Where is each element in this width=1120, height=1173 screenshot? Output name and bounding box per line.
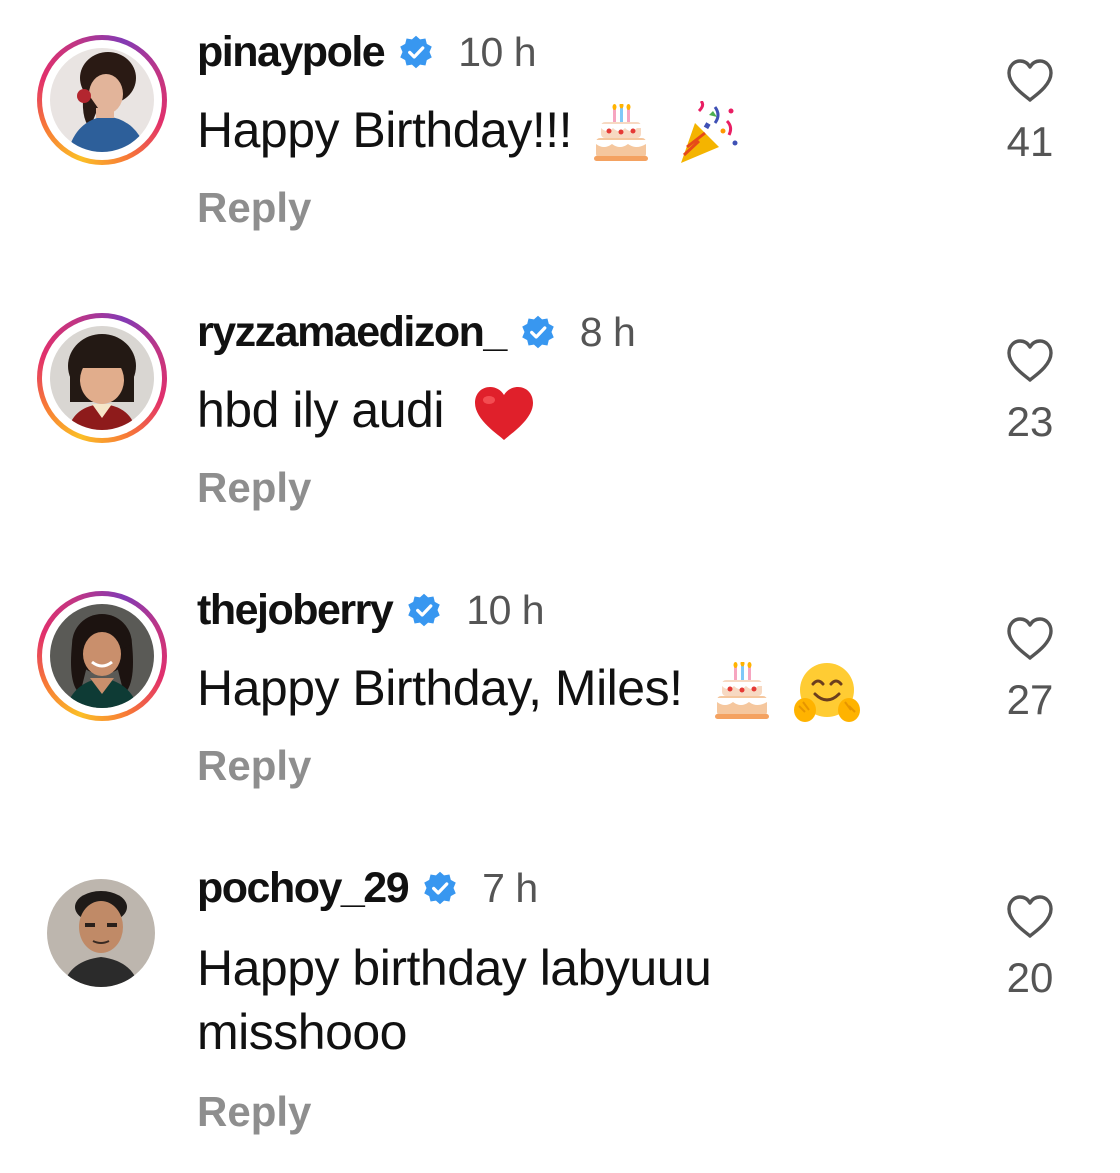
heart-outline-icon[interactable] — [1005, 616, 1055, 662]
comment-time: 7 h — [482, 864, 538, 911]
like-count: 23 — [1006, 398, 1054, 445]
username[interactable]: pinaypole — [197, 28, 386, 77]
like-count: 41 — [1006, 118, 1054, 165]
comment-text: Happy Birthday, Miles! — [197, 656, 937, 724]
avatar — [50, 326, 154, 430]
party-popper-icon — [680, 100, 738, 163]
username[interactable]: thejoberry — [197, 586, 394, 635]
verified-badge-icon — [400, 35, 432, 69]
avatar — [50, 604, 154, 708]
heart-outline-icon[interactable] — [1005, 894, 1055, 940]
comment-text: hbd ily audi — [197, 378, 837, 444]
like-block: 41 — [990, 58, 1070, 166]
comment-text: Happy Birthday!!! — [197, 98, 837, 167]
comment-header: thejoberry 10 h — [197, 585, 545, 635]
like-block: 20 — [990, 894, 1070, 1002]
username[interactable]: ryzzamaedizon_ — [197, 308, 507, 357]
like-count: 27 — [1006, 676, 1054, 723]
like-count: 20 — [1006, 954, 1054, 1001]
comment-time: 10 h — [466, 586, 545, 633]
like-block: 23 — [990, 338, 1070, 446]
reply-button[interactable]: Reply — [197, 464, 311, 512]
comment-header: pochoy_29 7 h — [197, 863, 538, 913]
heart-outline-icon[interactable] — [1005, 338, 1055, 384]
comment-text-content: hbd ily audi — [197, 382, 444, 438]
comment-time: 8 h — [579, 308, 636, 355]
birthday-cake-icon — [714, 661, 769, 719]
avatar-plain[interactable] — [37, 869, 167, 999]
avatar-story-ring[interactable] — [37, 35, 167, 165]
avatar-story-ring[interactable] — [37, 313, 167, 443]
reply-button[interactable]: Reply — [197, 184, 311, 232]
reply-button[interactable]: Reply — [197, 1088, 311, 1136]
comment-time: 10 h — [458, 28, 537, 75]
avatar — [47, 879, 155, 987]
red-heart-icon — [475, 386, 534, 440]
comment-header: ryzzamaedizon_ 8 h — [197, 307, 636, 357]
avatar-story-ring[interactable] — [37, 591, 167, 721]
comment-header: pinaypole 10 h — [197, 27, 537, 77]
comment-text: Happy birthday labyuuu misshooo — [197, 936, 817, 1064]
verified-badge-icon — [522, 315, 554, 349]
verified-badge-icon — [408, 593, 441, 627]
like-block: 27 — [990, 616, 1070, 724]
hugging-face-icon — [794, 662, 861, 722]
reply-button[interactable]: Reply — [197, 742, 311, 790]
comment-text-content: Happy Birthday, Miles! — [197, 660, 683, 716]
avatar — [50, 48, 154, 152]
comment-text-content: Happy Birthday!!! — [197, 102, 573, 158]
username[interactable]: pochoy_29 — [197, 864, 410, 913]
heart-outline-icon[interactable] — [1005, 58, 1055, 104]
comment-text-content: Happy birthday labyuuu misshooo — [197, 940, 712, 1060]
verified-badge-icon — [424, 871, 456, 905]
birthday-cake-icon — [594, 103, 649, 161]
